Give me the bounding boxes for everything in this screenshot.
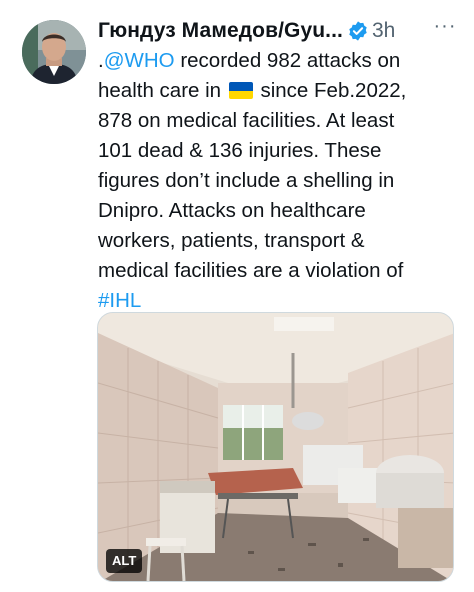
tweet-line-1-rest: recorded 982 attacks on [174,49,401,72]
author-name[interactable]: Гюндуз Мамедов/Gyu... [98,19,343,43]
hospital-room-photo [98,313,453,581]
hashtag-link[interactable]: #IHL [98,289,141,312]
tweet-line-2-prefix: health care in [98,79,227,102]
tweet[interactable]: Гюндуз Мамедов/Gyu... 3h ··· .@WHO recor… [0,0,474,592]
tweet-timestamp[interactable]: 3h [372,19,395,43]
tweet-media-image[interactable]: ALT [97,312,454,582]
more-options-icon[interactable]: ··· [432,16,458,42]
tweet-line-7: workers, patients, transport & [98,229,365,252]
tweet-header: Гюндуз Мамедов/Gyu... 3h ··· [98,16,458,46]
tweet-line-8: medical facilities are a violation of [98,259,404,282]
tweet-line-2: health care in since Feb.2022, [98,76,464,106]
tweet-line-1: .@WHO recorded 982 attacks on [98,46,464,76]
alt-text-badge[interactable]: ALT [106,549,143,573]
tweet-line-2-rest: since Feb.2022, [254,79,407,102]
tweet-line-6: Dnipro. Attacks on healthcare [98,199,366,222]
verified-badge-icon [347,20,369,42]
mention-link[interactable]: @WHO [104,49,175,72]
tweet-line-3: 878 on medical facilities. At least [98,109,395,132]
avatar-photo [22,20,86,84]
tweet-line-4: 101 dead & 136 injuries. These [98,139,382,162]
tweet-line-5: figures don’t include a shelling in [98,169,395,192]
ukraine-flag-icon [228,82,253,99]
tweet-text: .@WHO recorded 982 attacks on health car… [98,46,464,316]
avatar[interactable] [22,20,86,84]
